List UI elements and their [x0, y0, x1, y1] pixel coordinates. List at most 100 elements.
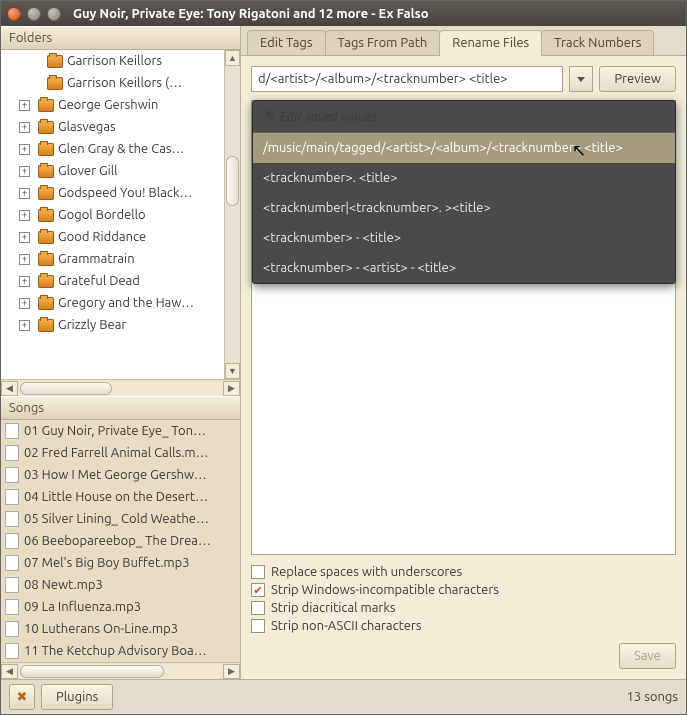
- minimize-icon[interactable]: [27, 7, 41, 21]
- song-label: 10 Lutherans On-Line.mp3: [24, 622, 178, 636]
- expander-icon[interactable]: +: [19, 276, 30, 287]
- song-row[interactable]: 11 The Ketchup Advisory Boa…: [1, 640, 240, 662]
- folder-label: Garrison Keillors (…: [67, 76, 182, 90]
- folder-row[interactable]: +Grammatrain: [1, 248, 240, 270]
- folder-label: Garrison Keillors: [67, 54, 162, 68]
- expander-icon[interactable]: +: [19, 254, 30, 265]
- folder-label: Godspeed You! Black…: [58, 186, 193, 200]
- maximize-icon[interactable]: [47, 7, 61, 21]
- folder-row[interactable]: + Glasvegas: [1, 116, 240, 138]
- settings-button[interactable]: ✖: [9, 684, 35, 710]
- folder-icon: [47, 55, 63, 68]
- titlebar: Guy Noir, Private Eye: Tony Rigatoni and…: [1, 1, 686, 26]
- folders-hscroll[interactable]: ◀▶: [1, 379, 240, 396]
- songs-list[interactable]: 01 Guy Noir, Private Eye_ Ton… 02 Fred Fa…: [1, 420, 240, 662]
- folder-row[interactable]: Garrison Keillors: [1, 50, 240, 72]
- folder-icon: [38, 121, 54, 134]
- pattern-input[interactable]: d/<artist>/<album>/<tracknumber> <title>: [251, 66, 563, 92]
- dropdown-option[interactable]: <tracknumber|<tracknumber>. ><title>: [253, 193, 675, 223]
- song-label: 09 La Influenza.mp3: [24, 600, 141, 614]
- expander-icon[interactable]: +: [19, 144, 30, 155]
- song-label: 11 The Ketchup Advisory Boa…: [24, 644, 207, 658]
- tab-track-numbers[interactable]: Track Numbers: [541, 30, 654, 55]
- song-label: 02 Fred Farrell Animal Calls.m…: [24, 446, 209, 460]
- folder-row[interactable]: + Godspeed You! Black…: [1, 182, 240, 204]
- folder-icon: [38, 253, 54, 266]
- folders-vscroll[interactable]: ▲ ▼: [224, 50, 240, 379]
- song-label: 04 Little House on the Desert…: [24, 490, 208, 504]
- song-row[interactable]: 03 How I Met George Gershw…: [1, 464, 240, 486]
- expander-icon[interactable]: +: [19, 166, 30, 177]
- folder-label: Grizzly Bear: [58, 318, 126, 332]
- folder-icon: [38, 231, 54, 244]
- file-icon: [5, 533, 19, 549]
- folder-icon: [38, 319, 54, 332]
- check-windows[interactable]: Strip Windows-incompatible characters: [251, 583, 676, 597]
- folder-row[interactable]: + Grateful Dead: [1, 270, 240, 292]
- expander-icon[interactable]: +: [19, 320, 30, 331]
- folder-icon: [38, 297, 54, 310]
- folder-label: George Gershwin: [58, 98, 158, 112]
- check-diacritical[interactable]: Strip diacritical marks: [251, 601, 676, 615]
- folder-row[interactable]: Garrison Keillors (…: [1, 72, 240, 94]
- song-row[interactable]: 07 Mel's Big Boy Buffet.mp3: [1, 552, 240, 574]
- song-row[interactable]: 08 Newt.mp3: [1, 574, 240, 596]
- check-underscores[interactable]: Replace spaces with underscores: [251, 565, 676, 579]
- expander-icon[interactable]: +: [19, 210, 30, 221]
- save-button[interactable]: Save: [619, 643, 676, 669]
- folder-icon: [38, 275, 54, 288]
- song-row[interactable]: 02 Fred Farrell Animal Calls.m…: [1, 442, 240, 464]
- folder-label: Gogol Bordello: [58, 208, 146, 222]
- expander-icon[interactable]: +: [19, 100, 30, 111]
- songs-header: Songs: [1, 396, 240, 420]
- file-icon: [5, 467, 19, 483]
- folder-row[interactable]: + Glen Gray & the Cas…: [1, 138, 240, 160]
- tab-edit-tags[interactable]: Edit Tags: [247, 30, 326, 55]
- folder-icon: [38, 143, 54, 156]
- pattern-dropdown-button[interactable]: [569, 66, 593, 92]
- folder-row[interactable]: +Gregory and the Haw…: [1, 292, 240, 314]
- song-row[interactable]: 10 Lutherans On-Line.mp3: [1, 618, 240, 640]
- folders-header: Folders: [1, 26, 240, 50]
- folder-row[interactable]: + George Gershwin: [1, 94, 240, 116]
- file-icon: [5, 445, 19, 461]
- dropdown-edit-saved[interactable]: ✎ Edit saved values…: [253, 101, 675, 133]
- tab-rename-files[interactable]: Rename Files: [439, 30, 542, 56]
- song-label: 07 Mel's Big Boy Buffet.mp3: [24, 556, 190, 570]
- folder-row[interactable]: + Grizzly Bear: [1, 314, 240, 336]
- file-icon: [5, 621, 19, 637]
- expander-icon[interactable]: +: [19, 122, 30, 133]
- folder-row[interactable]: +Good Riddance: [1, 226, 240, 248]
- folder-label: Grateful Dead: [58, 274, 140, 288]
- song-row[interactable]: 05 Silver Lining_ Cold Weathe…: [1, 508, 240, 530]
- dropdown-option[interactable]: <tracknumber> - <title>: [253, 223, 675, 253]
- dropdown-option[interactable]: <tracknumber> - <artist> - <title>: [253, 253, 675, 283]
- preview-button[interactable]: Preview: [599, 66, 676, 92]
- expander-icon[interactable]: +: [19, 298, 30, 309]
- songs-hscroll[interactable]: ◀▶: [1, 662, 240, 679]
- song-row[interactable]: 09 La Influenza.mp3: [1, 596, 240, 618]
- expander-icon[interactable]: +: [19, 232, 30, 243]
- folder-row[interactable]: + Glover Gill: [1, 160, 240, 182]
- expander-icon[interactable]: +: [19, 188, 30, 199]
- folder-label: Glasvegas: [58, 120, 116, 134]
- plugins-button[interactable]: Plugins: [41, 684, 113, 710]
- file-icon: [5, 489, 19, 505]
- folder-row[interactable]: + Gogol Bordello: [1, 204, 240, 226]
- file-icon: [5, 511, 19, 527]
- folder-label: Glover Gill: [58, 164, 118, 178]
- song-row[interactable]: 06 Beebopareebop_ The Drea…: [1, 530, 240, 552]
- folders-tree[interactable]: Garrison Keillors Garrison Keillors (… + Ge…: [1, 50, 240, 379]
- file-icon: [5, 599, 19, 615]
- file-icon: [5, 643, 19, 659]
- tab-tags-from-path[interactable]: Tags From Path: [325, 30, 441, 55]
- close-icon[interactable]: [7, 7, 21, 21]
- song-row[interactable]: 04 Little House on the Desert…: [1, 486, 240, 508]
- dropdown-option[interactable]: /music/main/tagged/<artist>/<album>/<tra…: [253, 133, 675, 163]
- check-ascii[interactable]: Strip non-ASCII characters: [251, 619, 676, 633]
- song-label: 01 Guy Noir, Private Eye_ Ton…: [24, 424, 206, 438]
- song-row[interactable]: 01 Guy Noir, Private Eye_ Ton…: [1, 420, 240, 442]
- dropdown-option[interactable]: <tracknumber>. <title>: [253, 163, 675, 193]
- pattern-dropdown-menu[interactable]: ✎ Edit saved values… /music/main/tagged/…: [252, 100, 676, 284]
- folder-label: Glen Gray & the Cas…: [58, 142, 184, 156]
